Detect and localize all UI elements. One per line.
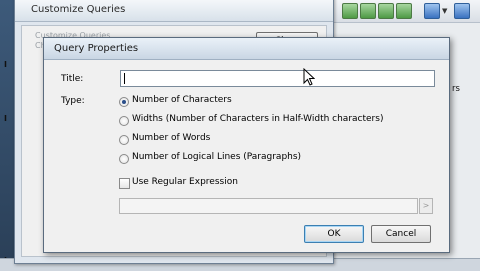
toolbar-green-icon[interactable] bbox=[378, 3, 394, 19]
radio-logical-lines[interactable] bbox=[119, 154, 129, 164]
radio-widths[interactable] bbox=[119, 116, 129, 126]
use-regex-label[interactable]: Use Regular Expression bbox=[132, 177, 238, 187]
option-label[interactable]: Number of Logical Lines (Paragraphs) bbox=[132, 152, 301, 162]
option-label[interactable]: Number of Characters bbox=[132, 95, 232, 105]
type-label: Type: bbox=[61, 96, 85, 106]
dialog-title: Query Properties bbox=[54, 43, 139, 54]
ok-button[interactable]: OK bbox=[304, 225, 364, 243]
mouse-pointer-icon bbox=[303, 67, 316, 89]
use-regex-checkbox[interactable] bbox=[119, 178, 130, 189]
toolbar-blue-icon[interactable] bbox=[424, 3, 440, 19]
toolbar-green-icon[interactable] bbox=[342, 3, 358, 19]
toolbar-green-icon[interactable] bbox=[360, 3, 376, 19]
background-toolbar: ▼ bbox=[332, 0, 480, 23]
radio-number-of-words[interactable] bbox=[119, 135, 129, 145]
window-title: Customize Queries bbox=[31, 4, 126, 15]
radio-number-of-characters[interactable] bbox=[119, 97, 129, 107]
option-label[interactable]: Widths (Number of Characters in Half-Wid… bbox=[132, 114, 383, 124]
option-label[interactable]: Number of Words bbox=[132, 133, 210, 143]
customize-queries-title-bar[interactable]: Customize Queries bbox=[15, 0, 333, 22]
query-properties-dialog: Query Properties Title: Type: Number of … bbox=[43, 37, 450, 253]
text-caret bbox=[124, 73, 125, 84]
dropdown-caret-icon[interactable]: ▼ bbox=[442, 7, 447, 15]
title-input[interactable] bbox=[120, 70, 435, 87]
toolbar-green-icon[interactable] bbox=[396, 3, 412, 19]
cancel-button[interactable]: Cancel bbox=[371, 225, 431, 243]
regex-menu-button[interactable]: > bbox=[419, 198, 433, 214]
regex-input[interactable] bbox=[119, 198, 418, 214]
left-panel-label: I bbox=[4, 114, 7, 123]
toolbar-blue-icon[interactable] bbox=[454, 3, 470, 19]
dialog-title-bar[interactable]: Query Properties bbox=[44, 38, 449, 60]
title-label: Title: bbox=[61, 74, 84, 84]
left-panel-label: I bbox=[4, 60, 7, 69]
background-text: rs bbox=[452, 84, 460, 94]
